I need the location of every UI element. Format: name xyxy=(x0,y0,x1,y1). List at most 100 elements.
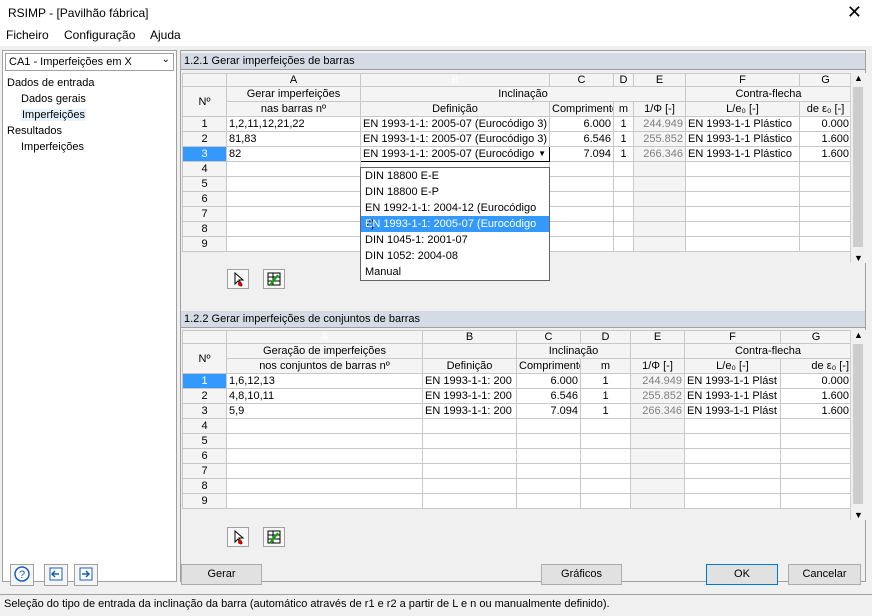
table-row[interactable]: 5 xyxy=(182,433,852,449)
cell-definition[interactable]: EN 1993-1-1: 200 xyxy=(422,373,517,389)
cell-length[interactable]: 6.000 xyxy=(549,116,614,132)
col-header-c[interactable]: C xyxy=(549,73,614,87)
cell-e0[interactable]: 0.000 xyxy=(799,116,852,132)
table-row[interactable]: 8 xyxy=(182,478,852,494)
table-row[interactable]: 2 81,83 EN 1993-1-1: 2005-07 (Eurocódigo… xyxy=(182,131,852,147)
menu-ficheiro[interactable]: Ficheiro xyxy=(6,28,49,42)
table-row[interactable]: 1 1,2,11,12,21,22 EN 1993-1-1: 2005-07 (… xyxy=(182,116,852,132)
tree-input-data[interactable]: Dados de entrada xyxy=(7,77,94,89)
table-edit-button[interactable] xyxy=(263,269,285,289)
vertical-scrollbar-2[interactable]: ▲ ▼ xyxy=(850,330,866,520)
vertical-scrollbar[interactable]: ▲ ▼ xyxy=(850,73,866,263)
tree-imperfections[interactable]: Imperfeições xyxy=(21,109,86,121)
col-header-d[interactable]: D xyxy=(613,73,634,87)
col-header-d[interactable]: D xyxy=(580,330,631,344)
row-number[interactable]: 6 xyxy=(182,448,227,464)
cell-le[interactable]: EN 1993-1-1 Plást xyxy=(684,388,781,404)
col-header-a[interactable]: A xyxy=(226,330,423,344)
cell-sets[interactable]: 4,8,10,11 xyxy=(226,388,423,404)
dropdown-option-selected[interactable]: EN 1993-1-1: 2005-07 (Eurocódigo 3) xyxy=(361,216,549,246)
cell-le[interactable]: EN 1993-1-1 Plást xyxy=(684,403,781,419)
cell-length[interactable]: 7.094 xyxy=(549,146,614,162)
scroll-thumb[interactable] xyxy=(853,344,863,504)
cell-le[interactable]: EN 1993-1-1 Plástico xyxy=(685,146,800,162)
cell-m[interactable]: 1 xyxy=(613,131,634,147)
cell-m[interactable]: 1 xyxy=(580,388,631,404)
row-number[interactable]: 7 xyxy=(182,463,227,479)
cell-definition[interactable]: EN 1993-1-1: 2005-07 (Eurocódigo 3) xyxy=(360,131,550,147)
row-number[interactable]: 7 xyxy=(182,206,227,222)
cell-m[interactable]: 1 xyxy=(580,403,631,419)
ok-button[interactable]: OK xyxy=(706,564,778,585)
cell-m[interactable]: 1 xyxy=(580,373,631,389)
scroll-up-icon[interactable]: ▲ xyxy=(854,73,863,83)
row-number[interactable]: 2 xyxy=(182,388,227,404)
select-members-button[interactable] xyxy=(227,269,249,289)
cell-le[interactable]: EN 1993-1-1 Plást xyxy=(684,373,781,389)
cell-le[interactable]: EN 1993-1-1 Plástico xyxy=(685,131,800,147)
dropdown-option[interactable]: DIN 18800 E-P xyxy=(361,184,549,200)
cell-length[interactable]: 6.546 xyxy=(516,388,581,404)
menu-ajuda[interactable]: Ajuda xyxy=(150,28,181,42)
import-button[interactable] xyxy=(44,564,68,586)
row-number[interactable]: 5 xyxy=(182,176,227,192)
cell-e0[interactable]: 0.000 xyxy=(780,373,852,389)
col-header-f[interactable]: F xyxy=(685,73,800,87)
cell-m[interactable]: 1 xyxy=(613,116,634,132)
scroll-thumb[interactable] xyxy=(853,87,863,247)
definition-dropdown-list[interactable]: DIN 18800 E-E DIN 18800 E-P EN 1992-1-1:… xyxy=(360,167,550,281)
scroll-down-icon[interactable]: ▼ xyxy=(854,510,863,520)
graphics-button[interactable]: Gráficos xyxy=(541,564,622,585)
dropdown-option[interactable]: DIN 1052: 2004-08 xyxy=(361,248,549,264)
help-button[interactable]: ? xyxy=(10,564,34,586)
dropdown-option[interactable]: EN 1992-1-1: 2004-12 (Eurocódigo 2) xyxy=(361,200,549,230)
dropdown-arrow-icon[interactable]: ▼ xyxy=(538,148,546,161)
scroll-up-icon[interactable]: ▲ xyxy=(854,330,863,340)
row-number[interactable]: 1 xyxy=(182,116,227,132)
row-number[interactable]: 9 xyxy=(182,236,227,252)
tree-results-imperfections[interactable]: Imperfeições xyxy=(21,141,84,153)
row-number[interactable]: 8 xyxy=(182,221,227,237)
select-sets-button[interactable] xyxy=(227,527,249,547)
cell-e0[interactable]: 1.600 xyxy=(799,146,852,162)
cell-definition[interactable]: EN 1993-1-1: 200 xyxy=(422,403,517,419)
cell-le[interactable]: EN 1993-1-1 Plástico xyxy=(685,116,800,132)
load-case-select[interactable]: CA1 - Imperfeições em X ⌄ xyxy=(5,53,174,71)
row-number[interactable]: 8 xyxy=(182,478,227,494)
row-number[interactable]: 4 xyxy=(182,161,227,177)
menu-configuracao[interactable]: Configuração xyxy=(64,28,135,42)
table-edit-button-2[interactable] xyxy=(263,527,285,547)
table-row[interactable]: 2 4,8,10,11 EN 1993-1-1: 200 6.546 1 255… xyxy=(182,388,852,404)
table-row[interactable]: 4 xyxy=(182,418,852,434)
cell-definition[interactable]: EN 1993-1-1: 2005-07 (Eurocódigo 3) xyxy=(360,116,550,132)
cell-definition[interactable]: EN 1993-1-1: 200 xyxy=(422,388,517,404)
dropdown-option[interactable]: DIN 1045-1: 2001-07 xyxy=(361,232,549,248)
cell-length[interactable]: 7.094 xyxy=(516,403,581,419)
cell-e0[interactable]: 1.600 xyxy=(799,131,852,147)
row-number[interactable]: 3 xyxy=(182,146,227,162)
col-header-e[interactable]: E xyxy=(633,73,686,87)
col-header-b[interactable]: B xyxy=(422,330,517,344)
dropdown-option[interactable]: Manual xyxy=(361,264,549,280)
cell-e0[interactable]: 1.600 xyxy=(780,388,852,404)
generate-button[interactable]: Gerar xyxy=(181,564,262,585)
col-header-c[interactable]: C xyxy=(516,330,581,344)
table-row[interactable]: 6 xyxy=(182,448,852,464)
dropdown-option[interactable]: DIN 18800 E-E xyxy=(361,168,549,184)
cell-definition-active[interactable]: EN 1993-1-1: 2005-07 (Eurocódigo ▼ xyxy=(360,146,550,162)
table-row[interactable]: 3 5,9 EN 1993-1-1: 200 7.094 1 266.346 E… xyxy=(182,403,852,419)
col-header-b[interactable]: B xyxy=(360,73,550,87)
cell-members[interactable]: 1,2,11,12,21,22 xyxy=(226,116,361,132)
row-number[interactable]: 4 xyxy=(182,418,227,434)
table-row[interactable]: 3 82 EN 1993-1-1: 2005-07 (Eurocódigo ▼ 7… xyxy=(182,146,852,162)
close-icon[interactable]: ✕ xyxy=(847,2,862,22)
col-header-a[interactable]: A xyxy=(226,73,361,87)
row-number[interactable]: 6 xyxy=(182,191,227,207)
col-header-f[interactable]: F xyxy=(684,330,781,344)
scroll-down-icon[interactable]: ▼ xyxy=(854,253,863,263)
export-button[interactable] xyxy=(74,564,98,586)
col-header-g[interactable]: G xyxy=(799,73,852,87)
cell-members[interactable]: 82 xyxy=(226,146,361,162)
col-header-e[interactable]: E xyxy=(630,330,685,344)
cell-length[interactable]: 6.546 xyxy=(549,131,614,147)
